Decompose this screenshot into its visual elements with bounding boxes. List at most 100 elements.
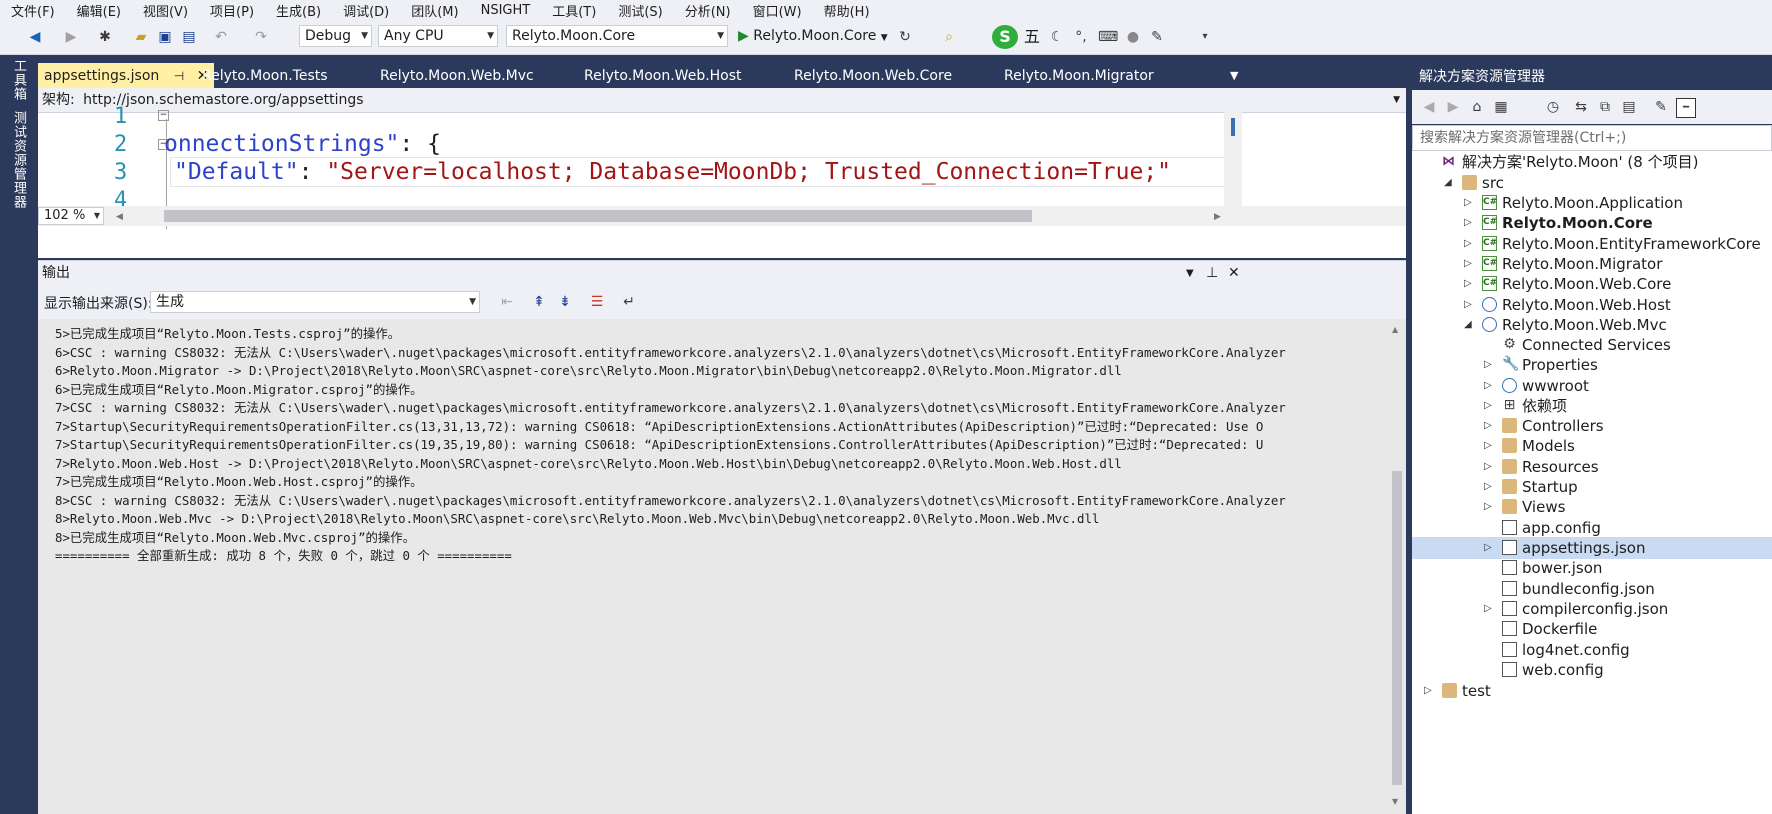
- moon-icon[interactable]: ☾: [1048, 28, 1066, 46]
- tab-overflow-icon[interactable]: ▼: [1230, 64, 1238, 88]
- collapse-all-icon[interactable]: ⧉: [1596, 98, 1614, 116]
- menu-item[interactable]: 编辑(E): [66, 1, 132, 20]
- tree-item[interactable]: ▷ compilerconfig.json: [1412, 598, 1772, 620]
- redo-icon[interactable]: ↷: [252, 28, 270, 46]
- menu-item[interactable]: 窗口(W): [742, 1, 813, 20]
- pin-icon[interactable]: ⊣: [174, 69, 184, 83]
- collapsed-arrow-icon[interactable]: ▷: [1484, 537, 1492, 559]
- punctuation-icon[interactable]: °,: [1072, 28, 1090, 46]
- collapsed-arrow-icon[interactable]: ▷: [1464, 192, 1472, 214]
- tree-item[interactable]: ▷ Startup: [1412, 476, 1772, 498]
- platform-select[interactable]: Any CPU ▼: [378, 25, 498, 47]
- switch-views-icon[interactable]: ▦: [1492, 98, 1510, 116]
- clear-all-icon[interactable]: ☰: [588, 293, 606, 311]
- undo-icon[interactable]: ↶: [212, 28, 230, 46]
- tab-relyto-moon-tests[interactable]: Relyto.Moon.Tests: [202, 64, 328, 88]
- tree-item[interactable]: ▷ C# Relyto.Moon.EntityFrameworkCore: [1412, 233, 1772, 255]
- word-wrap-icon[interactable]: ↵: [620, 293, 638, 311]
- expanded-arrow-icon[interactable]: ◢: [1444, 172, 1452, 194]
- test-explorer-tab[interactable]: 测试资源管理器: [9, 111, 28, 209]
- menu-item[interactable]: 工具(T): [541, 1, 607, 20]
- scroll-up-icon[interactable]: ▲: [1392, 325, 1398, 334]
- collapsed-arrow-icon[interactable]: ▷: [1484, 395, 1492, 417]
- collapsed-arrow-icon[interactable]: ▷: [1484, 375, 1492, 397]
- collapse-icon[interactable]: −: [158, 110, 169, 121]
- menu-item[interactable]: NSIGHT: [470, 3, 542, 18]
- tree-item[interactable]: ▷ wwwroot: [1412, 375, 1772, 397]
- collapsed-arrow-icon[interactable]: ▷: [1484, 496, 1492, 518]
- save-all-icon[interactable]: ▤: [180, 28, 198, 46]
- tree-item[interactable]: ▷ appsettings.json: [1412, 537, 1772, 559]
- forward-icon[interactable]: ▶: [62, 28, 80, 46]
- properties-icon[interactable]: ✎: [1652, 98, 1670, 116]
- menu-item[interactable]: 项目(P): [199, 1, 265, 20]
- tree-item[interactable]: ⚙ Connected Services: [1412, 334, 1772, 356]
- collapsed-arrow-icon[interactable]: ▷: [1484, 435, 1492, 457]
- tree-item[interactable]: ▷ Controllers: [1412, 415, 1772, 437]
- wrench-icon[interactable]: ✎: [1148, 28, 1166, 46]
- overflow-icon[interactable]: ▾: [1196, 28, 1214, 46]
- tree-item[interactable]: bower.json: [1412, 557, 1772, 579]
- preview-icon[interactable]: ━: [1676, 98, 1696, 118]
- zoom-select[interactable]: 102 % ▼: [38, 207, 104, 225]
- menu-item[interactable]: 生成(B): [265, 1, 332, 20]
- startup-project-select[interactable]: Relyto.Moon.Core ▼: [506, 25, 728, 47]
- pin-icon[interactable]: ⊥: [1206, 261, 1218, 286]
- menu-item[interactable]: 测试(S): [607, 1, 673, 20]
- show-all-files-icon[interactable]: ▤: [1620, 98, 1638, 116]
- collapsed-arrow-icon[interactable]: ▷: [1484, 354, 1492, 376]
- collapsed-arrow-icon[interactable]: ▷: [1464, 233, 1472, 255]
- user-icon[interactable]: ●: [1124, 28, 1142, 46]
- back-icon[interactable]: ◀: [1420, 98, 1438, 116]
- tree-item[interactable]: ▷ Views: [1412, 496, 1772, 518]
- collapsed-arrow-icon[interactable]: ▷: [1484, 598, 1492, 620]
- find-message-icon[interactable]: ⇤: [498, 293, 516, 311]
- ime-logo-icon[interactable]: S: [992, 25, 1018, 49]
- tree-item[interactable]: ▷ 🔧 Properties: [1412, 354, 1772, 376]
- tree-item[interactable]: ▷ C# Relyto.Moon.Application: [1412, 192, 1772, 214]
- back-icon[interactable]: ◀: [26, 28, 44, 46]
- horizontal-scroll-thumb[interactable]: [164, 210, 1032, 222]
- collapsed-arrow-icon[interactable]: ▷: [1464, 294, 1472, 316]
- chevron-down-icon[interactable]: ▼: [1393, 88, 1400, 112]
- tab-appsettings-json[interactable]: appsettings.json ⊣ ✕: [38, 63, 215, 89]
- tree-item[interactable]: ▷ test: [1412, 680, 1772, 702]
- scroll-left-icon[interactable]: ◀: [116, 212, 123, 222]
- menu-item[interactable]: 帮助(H): [813, 1, 881, 20]
- tree-item[interactable]: ▷ C# Relyto.Moon.Migrator: [1412, 253, 1772, 275]
- keyboard-icon[interactable]: ⌨: [1098, 28, 1118, 46]
- collapsed-arrow-icon[interactable]: ▷: [1464, 253, 1472, 275]
- window-menu-icon[interactable]: ▼: [1186, 261, 1194, 286]
- tree-item[interactable]: bundleconfig.json: [1412, 578, 1772, 600]
- tree-item[interactable]: web.config: [1412, 659, 1772, 681]
- previous-message-icon[interactable]: ⇞: [530, 293, 548, 311]
- run-button[interactable]: ▶ Relyto.Moon.Core ▼: [738, 25, 888, 47]
- tree-item[interactable]: log4net.config: [1412, 639, 1772, 661]
- collapsed-arrow-icon[interactable]: ▷: [1464, 273, 1472, 295]
- solution-search-input[interactable]: 搜索解决方案资源管理器(Ctrl+;): [1412, 125, 1772, 151]
- menu-item[interactable]: 团队(M): [400, 1, 469, 20]
- tab-relyto-moon-web-core[interactable]: Relyto.Moon.Web.Core: [794, 64, 952, 88]
- collapsed-arrow-icon[interactable]: ▷: [1484, 456, 1492, 478]
- open-folder-icon[interactable]: ▰: [132, 28, 150, 46]
- tree-item[interactable]: ▷ Relyto.Moon.Web.Host: [1412, 294, 1772, 316]
- menu-item[interactable]: 分析(N): [674, 1, 742, 20]
- tree-item[interactable]: ▷ Resources: [1412, 456, 1772, 478]
- tree-item[interactable]: ▷ C# Relyto.Moon.Web.Core: [1412, 273, 1772, 295]
- scroll-right-icon[interactable]: ▶: [1214, 212, 1221, 222]
- tree-item[interactable]: ◢ Relyto.Moon.Web.Mvc: [1412, 314, 1772, 336]
- expanded-arrow-icon[interactable]: ◢: [1464, 314, 1472, 336]
- ime-mode-label[interactable]: 五: [1024, 27, 1040, 47]
- output-scroll-thumb[interactable]: [1392, 471, 1402, 785]
- home-icon[interactable]: ⌂: [1468, 98, 1486, 116]
- output-source-select[interactable]: 生成 ▼: [150, 291, 480, 313]
- new-item-icon[interactable]: ✱: [96, 28, 114, 46]
- tree-item[interactable]: ▷ Models: [1412, 435, 1772, 457]
- tree-item[interactable]: ▷ ⊞ 依赖项: [1412, 395, 1772, 417]
- config-select[interactable]: Debug ▼: [299, 25, 372, 47]
- sync-icon[interactable]: ⇆: [1572, 98, 1590, 116]
- collapsed-arrow-icon[interactable]: ▷: [1464, 212, 1472, 234]
- collapsed-arrow-icon[interactable]: ▷: [1424, 680, 1432, 702]
- save-icon[interactable]: ▣: [156, 28, 174, 46]
- refresh-icon[interactable]: ↻: [896, 28, 914, 46]
